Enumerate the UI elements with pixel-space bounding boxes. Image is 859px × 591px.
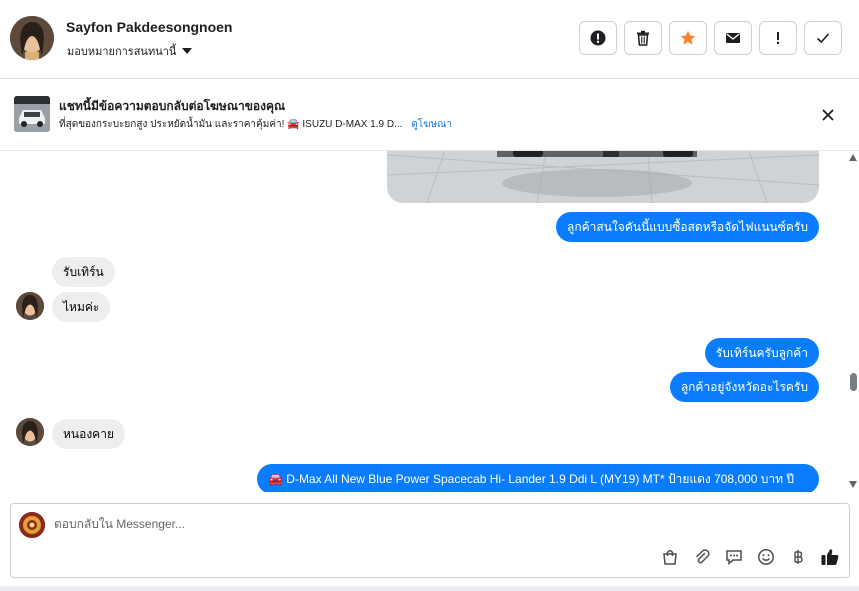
baht-icon[interactable] bbox=[787, 546, 809, 568]
mark-done-button[interactable] bbox=[804, 21, 842, 55]
ad-banner-title: แชทนี้มีข้อความตอบกลับต่อโฆษณาของคุณ bbox=[59, 99, 286, 113]
paperclip-icon[interactable] bbox=[691, 546, 713, 568]
ad-banner-description-row: ที่สุดของกระบะยกสูง ประหยัดน้ำมัน และราค… bbox=[59, 117, 452, 132]
ad-reply-banner: แชทนี้มีข้อความตอบกลับต่อโฆษณาของคุณ ที่… bbox=[0, 80, 859, 151]
shopping-bag-icon[interactable] bbox=[659, 546, 681, 568]
close-icon bbox=[822, 109, 834, 121]
trash-icon bbox=[637, 30, 649, 46]
mark-unread-button[interactable] bbox=[714, 21, 752, 55]
conversation-actions bbox=[579, 21, 842, 55]
message-thread: ลูกค้าสนใจคันนี้แบบซื้อสดหรือจัดไฟแนนซ์ค… bbox=[0, 151, 847, 492]
reply-input[interactable] bbox=[54, 513, 554, 535]
car-photo-attachment[interactable] bbox=[387, 151, 819, 203]
alert-circle-icon bbox=[590, 30, 606, 46]
composer-toolbar bbox=[659, 546, 841, 568]
exclamation-icon bbox=[777, 32, 779, 44]
contact-avatar-small bbox=[16, 292, 44, 320]
ad-thumbnail[interactable] bbox=[14, 96, 50, 132]
important-button[interactable] bbox=[759, 21, 797, 55]
view-ad-link[interactable]: ดูโฆษณา bbox=[411, 119, 452, 130]
reply-composer bbox=[10, 503, 850, 578]
message-incoming[interactable]: หนองคาย bbox=[52, 419, 125, 449]
message-outgoing[interactable]: ลูกค้าสนใจคันนี้แบบซื้อสดหรือจัดไฟแนนซ์ค… bbox=[556, 212, 819, 242]
thumbs-up-icon[interactable] bbox=[819, 546, 841, 568]
assign-label: มอบหมายการสนทนานี้ bbox=[67, 46, 177, 58]
star-button[interactable] bbox=[669, 21, 707, 55]
contact-avatar-small bbox=[16, 418, 44, 446]
scroll-up-arrow-icon[interactable] bbox=[849, 154, 857, 161]
window-bottom-edge bbox=[0, 586, 859, 591]
message-outgoing[interactable]: ลูกค้าอยู่จังหวัดอะไรครับ bbox=[669, 372, 819, 402]
caret-down-icon bbox=[182, 48, 193, 54]
report-spam-button[interactable] bbox=[579, 21, 617, 55]
thread-scrollbar[interactable] bbox=[847, 151, 859, 492]
saved-reply-icon[interactable] bbox=[723, 546, 745, 568]
envelope-icon bbox=[726, 33, 740, 43]
message-outgoing[interactable]: รับเทิร์นครับลูกค้า bbox=[704, 338, 819, 368]
check-icon bbox=[816, 33, 830, 44]
emoji-icon[interactable] bbox=[755, 546, 777, 568]
contact-name[interactable]: Sayfon Pakdeesongnoen bbox=[66, 19, 232, 35]
contact-avatar[interactable] bbox=[10, 16, 54, 60]
conversation-header: Sayfon Pakdeesongnoen มอบหมายการสนทนานี้ bbox=[0, 0, 859, 79]
scroll-down-arrow-icon[interactable] bbox=[849, 481, 857, 488]
star-icon bbox=[680, 30, 696, 45]
scrollbar-thumb[interactable] bbox=[850, 373, 857, 391]
delete-button[interactable] bbox=[624, 21, 662, 55]
assign-conversation-dropdown[interactable]: มอบหมายการสนทนานี้ bbox=[67, 42, 193, 60]
close-banner-button[interactable] bbox=[817, 104, 839, 126]
message-incoming[interactable]: ไหมค่ะ bbox=[52, 292, 111, 322]
ad-description: ที่สุดของกระบะยกสูง ประหยัดน้ำมัน และราค… bbox=[59, 119, 403, 130]
page-avatar bbox=[19, 512, 45, 538]
message-incoming[interactable]: รับเทิร์น bbox=[52, 257, 115, 287]
message-outgoing[interactable]: 🚘 D-Max All New Blue Power Spacecab Hi- … bbox=[257, 464, 819, 492]
